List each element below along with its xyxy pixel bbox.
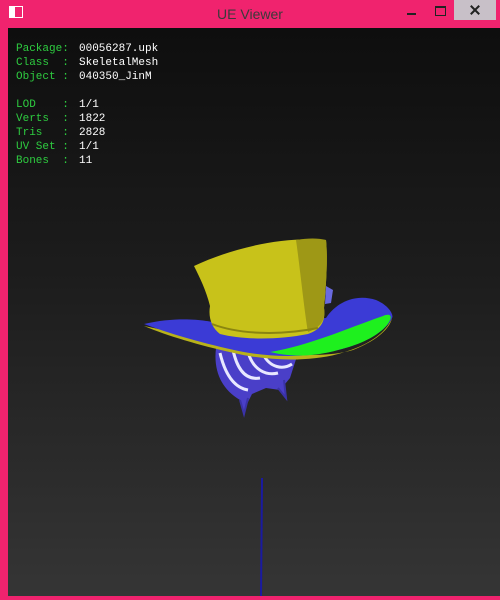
tris-label: Tris : [16,127,69,139]
mesh-info-panel: Package: 00056287.upk Class : SkeletalMesh… [16,42,158,168]
verts-label: Verts : [16,113,69,125]
info-row-class: Class : SkeletalMesh [16,56,158,70]
package-value: 00056287.upk [79,43,159,55]
info-row-verts: Verts : 1822 [16,112,158,126]
app-window: UE Viewer Package: 00056287.upk Class: … [0,0,500,600]
3d-viewport[interactable]: Package: 00056287.upk Class : SkeletalMesh… [8,28,500,596]
bones-value: 11 [79,155,93,167]
info-row-package: Package: 00056287.upk [16,42,158,56]
bone-line [260,477,263,596]
tris-value: 2828 [79,127,106,139]
class-value: SkeletalMesh [79,57,159,69]
info-row-uvset: UV Set : 1/1 [16,140,158,154]
info-row-tris: Tris : 2828 [16,126,158,140]
uvset-value: 1/1 [79,141,99,153]
title-bar[interactable]: UE Viewer [4,0,496,28]
object-label: Object : [16,71,69,83]
close-button[interactable] [454,0,496,20]
hat-ornament [325,286,333,304]
bones-label: Bones : [16,155,69,167]
lod-label: LOD : [16,99,69,111]
class-label: Class : [16,57,69,69]
uvset-label: UV Set : [16,141,69,153]
info-row-lod: LOD : 1/1 [16,98,158,112]
minimize-button[interactable] [396,0,426,20]
verts-value: 1822 [79,113,106,125]
object-value: 040350_JinM [79,71,152,83]
package-label: Package: [16,43,69,55]
lod-value: 1/1 [79,99,99,111]
info-row-object: Object : 040350_JinM [16,70,158,84]
info-row-bones: Bones : 11 [16,154,158,168]
maximize-button[interactable] [426,0,454,20]
